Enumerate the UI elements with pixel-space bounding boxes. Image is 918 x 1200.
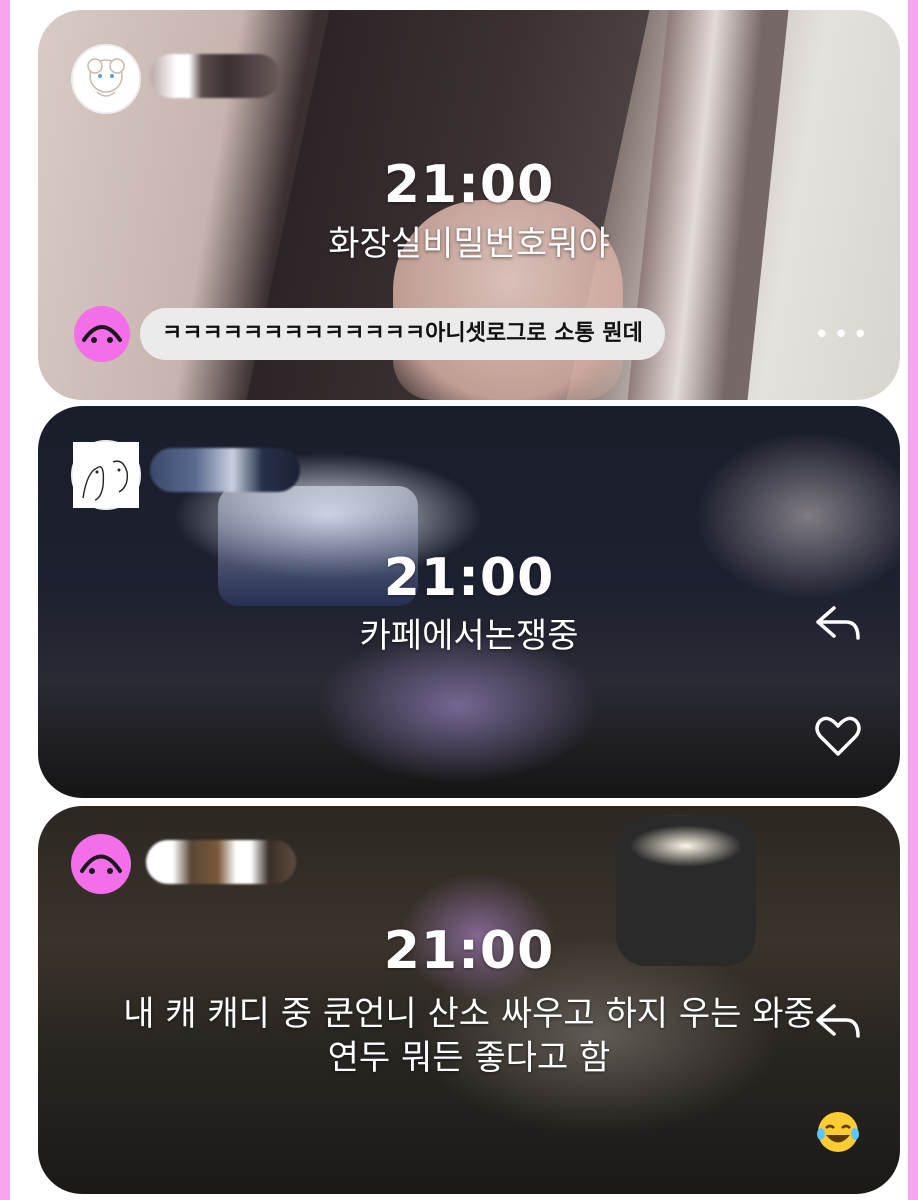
post-time: 21:00 (383, 548, 555, 608)
feed: 21:00 화장실비밀번호뭐야 ㅋㅋㅋㅋㅋㅋㅋㅋㅋㅋㅋㅋㅋ아니셋로그로 소통 뭔… (10, 0, 908, 1200)
username-redacted (146, 840, 296, 884)
laughing-emoji-icon[interactable] (808, 1102, 868, 1162)
comment-text: ㅋㅋㅋㅋㅋㅋㅋㅋㅋㅋㅋㅋㅋ아니셋로그로 소통 뭔데 (140, 308, 665, 360)
user-avatar[interactable] (71, 834, 131, 894)
reply-icon[interactable] (808, 992, 868, 1052)
user-avatar[interactable] (71, 440, 141, 510)
post-caption-line: 내 캐 캐디 중 쿤언니 산소 싸우고 하지 우는 와중 (123, 994, 815, 1034)
post-caption: 내 캐 캐디 중 쿤언니 산소 싸우고 하지 우는 와중 연두 뭐든 좋다고 함 (58, 992, 880, 1080)
user-avatar[interactable] (71, 44, 141, 114)
comment-row[interactable]: ㅋㅋㅋㅋㅋㅋㅋㅋㅋㅋㅋㅋㅋ아니셋로그로 소통 뭔데 (74, 306, 665, 362)
post-caption: 화장실비밀번호뭐야 (328, 224, 610, 264)
post-card[interactable]: 21:00 화장실비밀번호뭐야 ㅋㅋㅋㅋㅋㅋㅋㅋㅋㅋㅋㅋㅋ아니셋로그로 소통 뭔… (38, 10, 900, 400)
smiley-avatar-icon (80, 854, 122, 874)
post-time: 21:00 (383, 921, 555, 981)
post-time: 21:00 (383, 155, 555, 215)
post-card[interactable]: 21:00 내 캐 캐디 중 쿤언니 산소 싸우고 하지 우는 와중 연두 뭐든… (38, 806, 900, 1194)
sketch-avatar-icon (73, 442, 139, 508)
reply-icon[interactable] (808, 594, 868, 654)
post-caption: 카페에서논쟁중 (359, 616, 579, 656)
username-redacted (150, 448, 300, 492)
username-redacted (150, 54, 280, 98)
more-dots-icon[interactable]: ••• (814, 320, 872, 350)
post-card[interactable]: 21:00 카페에서논쟁중 (38, 406, 900, 798)
sheep-avatar-icon (87, 58, 125, 97)
post-caption-line: 연두 뭐든 좋다고 함 (327, 1038, 611, 1078)
smiley-avatar-icon (74, 306, 130, 362)
heart-icon[interactable] (808, 706, 868, 766)
